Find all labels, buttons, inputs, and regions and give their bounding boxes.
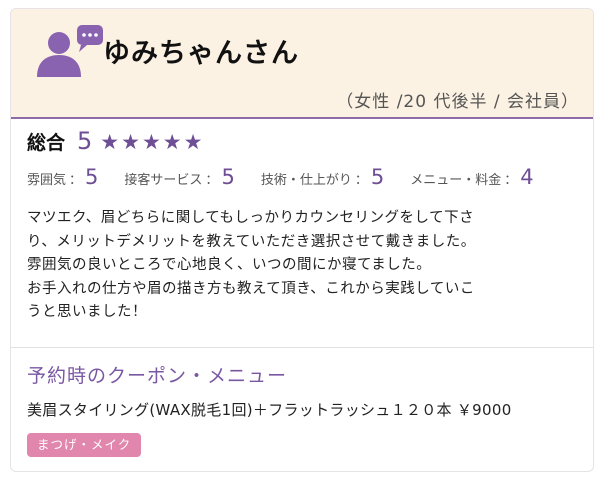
coupon-menu-text[interactable]: 美眉スタイリング(WAX脱毛1回)＋フラットラッシュ１２０本 ￥9000 <box>27 399 512 420</box>
review-line: うと思いました！ <box>27 304 147 320</box>
rating-value: 5 <box>370 165 385 189</box>
review-line: マツエク、眉どちらに関してもしっかりカウンセリングをして下さ <box>27 210 475 226</box>
star-icon: ★ <box>183 130 203 154</box>
rating-separator: ： <box>205 173 219 188</box>
review-header: ゆみちゃんさん （女性 /20 代後半 / 会社員） <box>11 9 593 119</box>
rating-label: 雰囲気 <box>27 173 67 188</box>
star-icon: ★ <box>121 130 140 154</box>
rating-separator: ： <box>69 173 83 188</box>
rating-label: メニュー・料金 <box>410 173 502 188</box>
rating-value: 4 <box>520 165 534 189</box>
rating-label: 接客サービス <box>124 173 203 188</box>
overall-score: 5 <box>77 127 93 155</box>
reviewer-name: ゆみちゃんさん <box>103 38 299 69</box>
overall-label: 総合 <box>27 132 66 154</box>
star-icon: ★ <box>162 130 182 154</box>
review-card: ゆみちゃんさん （女性 /20 代後半 / 会社員） 総合 5 ★ ★ ★ ★ ★ 雰囲… <box>10 8 594 472</box>
review-line: お手入れの仕方や眉の描き方も教えて頂き、これから実践していこ <box>27 280 475 297</box>
rating-separator: ： <box>504 173 518 188</box>
rating-separator: ： <box>354 173 368 188</box>
category-ratings: 雰囲気 ： 5 接客サービス ： 5 技術・仕上がり ： 5 メニュー・料金 ：… <box>27 165 560 189</box>
divider <box>11 347 593 348</box>
rating-atmosphere: 雰囲気 ： 5 <box>27 165 98 189</box>
rating-value: 5 <box>85 165 99 189</box>
reviewer-meta: （女性 /20 代後半 / 会社員） <box>336 92 579 112</box>
rating-technique: 技術・仕上がり ： 5 <box>261 165 384 189</box>
rating-value: 5 <box>221 165 235 189</box>
coupon-title: 予約時のクーポン・メニュー <box>27 365 288 387</box>
rating-menu-price: メニュー・料金 ： 4 <box>410 165 533 189</box>
review-line: り、メリットデメリットを教えていただき選択させて戴きました。 <box>27 233 476 250</box>
star-icon: ★ <box>141 130 161 154</box>
review-line: 雰囲気の良いところで心地良く、いつの間にか寝てました。 <box>27 257 432 273</box>
star-icon: ★ <box>100 130 120 154</box>
user-chat-icon <box>37 25 103 77</box>
category-tag[interactable]: まつげ・メイク <box>27 433 142 457</box>
overall-rating: 総合 5 ★ ★ ★ ★ ★ <box>27 127 202 155</box>
rating-service: 接客サービス ： 5 <box>124 165 234 189</box>
review-text: マツエク、眉どちらに関してもしっかりカウンセリングをして下さ り、メリットデメリ… <box>27 207 583 325</box>
rating-label: 技術・仕上がり <box>260 173 352 188</box>
star-rating: ★ ★ ★ ★ ★ <box>100 132 202 153</box>
